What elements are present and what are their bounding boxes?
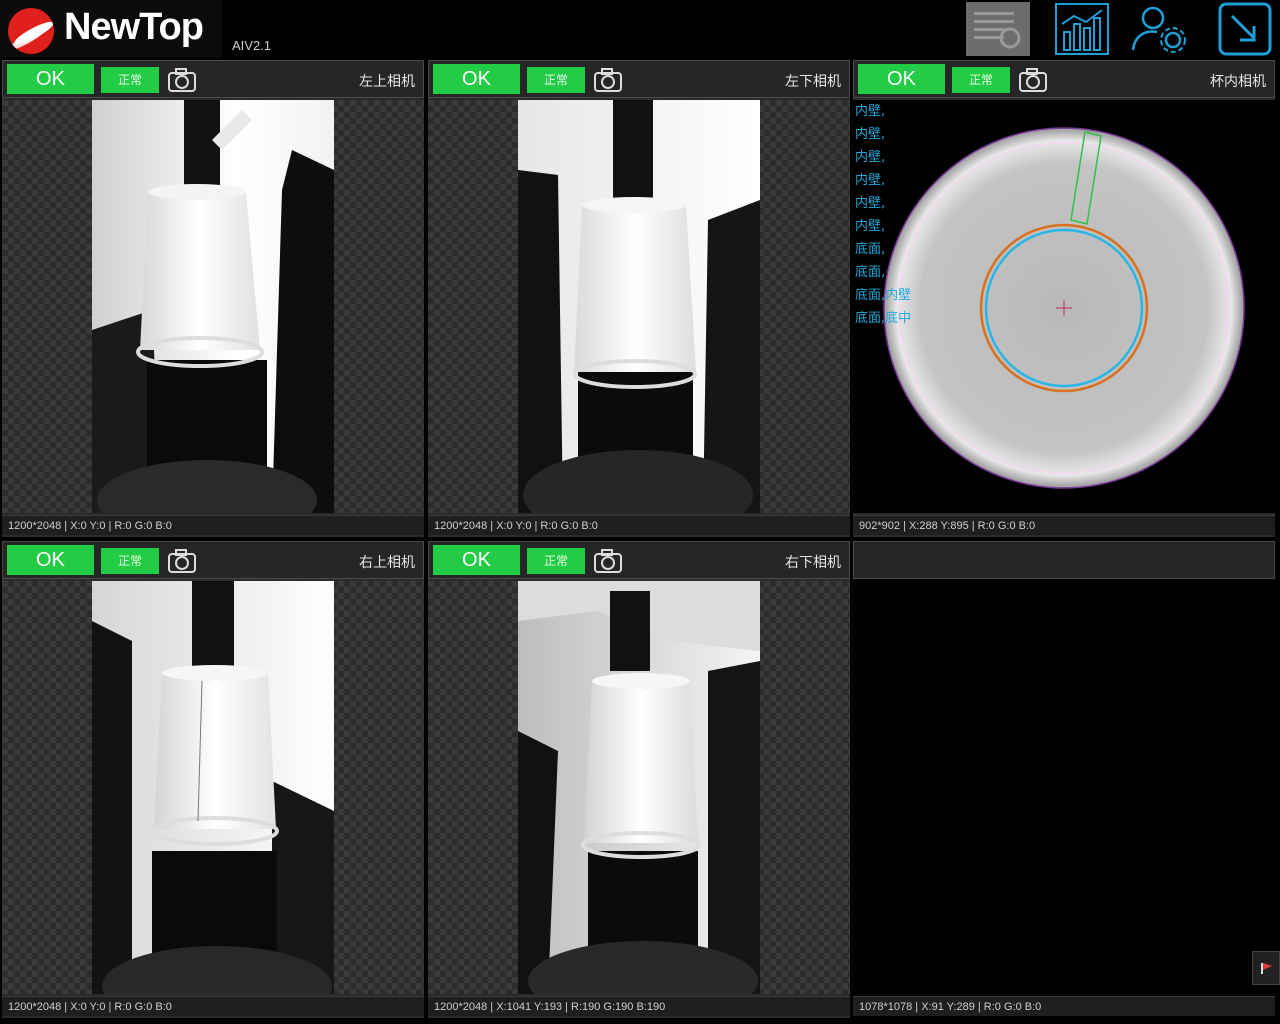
camera-panel-left-lower: OK 正常 左下相机 1200*2048 | X:0 Y:0 | R:0 G:0… [428, 60, 850, 537]
camera-view[interactable] [853, 581, 1275, 994]
flag-button[interactable] [1252, 951, 1280, 985]
bar-chart-icon [1055, 3, 1109, 55]
status-badge[interactable]: 正常 [101, 548, 159, 574]
image-info: 1200*2048 | X:0 Y:0 | R:0 G:0 B:0 [2, 515, 424, 535]
panel-header: OK 正常 杯内相机 [853, 60, 1275, 98]
list-settings-icon [966, 2, 1030, 56]
status-badge[interactable]: 正常 [527, 67, 585, 93]
camera-panel-inner-cup: OK 正常 杯内相机 内壁, 内壁, 内壁, 内壁, 内壁, 内壁, 底面, 底… [853, 60, 1275, 537]
image-info: 1200*2048 | X:0 Y:0 | R:0 G:0 B:0 [428, 515, 850, 535]
overlay-line: 底面, [855, 265, 886, 280]
image-info: 1078*1078 | X:91 Y:289 | R:0 G:0 B:0 [853, 996, 1275, 1016]
panel-header: OK 正常 右上相机 [2, 541, 424, 579]
user-settings-button[interactable] [1128, 2, 1192, 56]
image-info: 902*902 | X:288 Y:895 | R:0 G:0 B:0 [853, 515, 1275, 535]
camera-view[interactable] [428, 100, 850, 513]
top-bar: NewTop AIV2.1 [0, 0, 1280, 58]
camera-panel-right-upper: OK 正常 右上相机 1200*2048 | X:0 Y:0 | R:0 G:0… [2, 541, 424, 1018]
list-settings-button[interactable] [966, 2, 1030, 56]
camera-icon[interactable] [1018, 67, 1048, 93]
overlay-line: 内壁, [855, 219, 886, 234]
camera-icon[interactable] [593, 548, 623, 574]
camera-image [518, 100, 760, 513]
status-badge[interactable]: 正常 [527, 548, 585, 574]
camera-panel-right-lower: OK 正常 右下相机 1200*2048 | X:1041 Y:193 | R:… [428, 541, 850, 1018]
overlay-line: 底面, [855, 242, 886, 257]
ok-button[interactable]: OK [7, 545, 94, 575]
overlay-line: 内壁, [855, 127, 886, 142]
camera-icon[interactable] [593, 67, 623, 93]
logo: NewTop [0, 0, 222, 58]
camera-view[interactable] [2, 581, 424, 994]
overlay-line: 底面,底中 [855, 311, 912, 326]
user-gear-icon [1131, 6, 1186, 53]
panel-title: 左上相机 [359, 74, 415, 90]
overlay-line: 内壁, [855, 173, 886, 188]
camera-icon[interactable] [167, 67, 197, 93]
overlay-line: 内壁, [855, 104, 886, 119]
panel-header: OK 正常 左下相机 [428, 60, 850, 98]
panel-header: OK 正常 右下相机 [428, 541, 850, 579]
image-info: 1200*2048 | X:1041 Y:193 | R:190 G:190 B… [428, 996, 850, 1016]
ok-button[interactable]: OK [7, 64, 94, 94]
ok-button[interactable]: OK [433, 545, 520, 575]
status-badge[interactable]: 正常 [952, 67, 1010, 93]
camera-icon[interactable] [167, 548, 197, 574]
overlay-line: 内壁, [855, 150, 886, 165]
camera-view[interactable]: 内壁, 内壁, 内壁, 内壁, 内壁, 内壁, 底面, 底面, 底面,内壁 底面… [853, 100, 1275, 513]
overlay-line: 底面,内壁 [855, 288, 912, 303]
panel-header: OK 正常 左上相机 [2, 60, 424, 98]
camera-panel-empty: 1078*1078 | X:91 Y:289 | R:0 G:0 B:0 [853, 541, 1275, 1018]
version-label: AIV2.1 [232, 38, 272, 53]
status-badge[interactable]: 正常 [101, 67, 159, 93]
camera-image [518, 581, 760, 994]
newtop-logo-icon [8, 8, 54, 54]
panel-title: 右上相机 [359, 555, 415, 571]
ok-button[interactable]: OK [433, 64, 520, 94]
overlay-line: 内壁, [855, 196, 886, 211]
exit-button[interactable] [1212, 2, 1276, 56]
panel-title: 杯内相机 [1210, 74, 1266, 90]
flag-icon [1261, 963, 1272, 974]
camera-view[interactable] [2, 100, 424, 513]
brand-name: NewTop [64, 6, 204, 48]
inspection-overlay: 内壁, 内壁, 内壁, 内壁, 内壁, 内壁, 底面, 底面, 底面,内壁 底面… [855, 100, 945, 330]
exit-arrow-icon [1218, 2, 1272, 56]
panel-title: 右下相机 [785, 555, 841, 571]
camera-image [92, 100, 334, 513]
camera-view[interactable] [428, 581, 850, 994]
camera-image [92, 581, 334, 994]
statistics-button[interactable] [1050, 2, 1114, 56]
panel-title: 左下相机 [785, 74, 841, 90]
image-info: 1200*2048 | X:0 Y:0 | R:0 G:0 B:0 [2, 996, 424, 1016]
ok-button[interactable]: OK [858, 64, 945, 94]
camera-panel-left-upper: OK 正常 左上相机 1200*2048 | X:0 Y:0 | R:0 G:0… [2, 60, 424, 537]
